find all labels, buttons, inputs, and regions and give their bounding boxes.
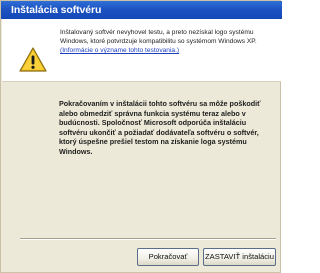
- stop-installation-button[interactable]: ZASTAVIŤ inštaláciu: [203, 248, 276, 266]
- warning-icon: [19, 47, 47, 72]
- title-bar[interactable]: Inštalácia softvéru: [1, 1, 282, 19]
- continue-button[interactable]: Pokračovať: [137, 248, 199, 266]
- window-title: Inštalácia softvéru: [11, 4, 102, 16]
- separator: [20, 238, 276, 240]
- header-message: Inštalovaný softvér nevyhovel testu, a p…: [60, 28, 272, 55]
- warning-body-text: Pokračovaním v inštalácii tohto softvéru…: [59, 99, 261, 156]
- compatibility-message: Inštalovaný softvér nevyhovel testu, a p…: [60, 29, 257, 45]
- testing-info-link[interactable]: (Informácie o význame tohto testovania.): [60, 47, 179, 54]
- install-software-dialog: Inštalácia softvéru Inštalovaný softvér …: [0, 0, 282, 273]
